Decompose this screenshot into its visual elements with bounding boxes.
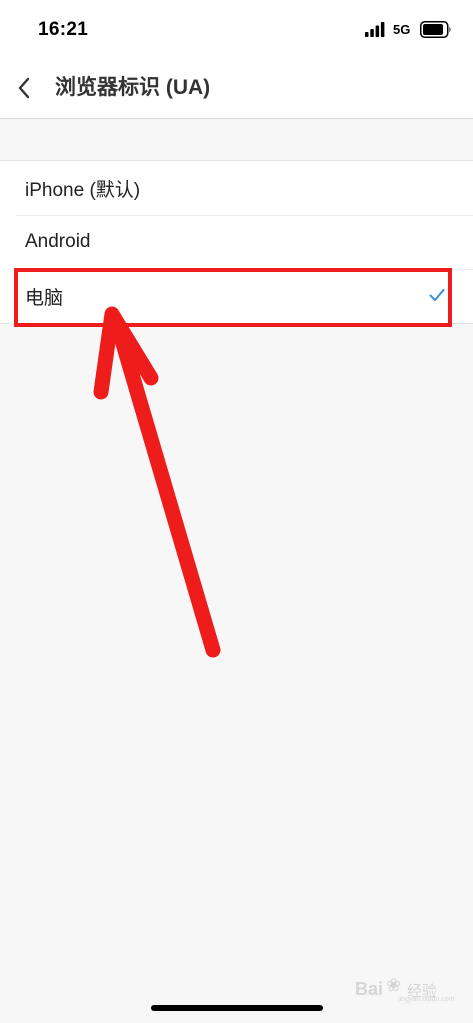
option-label: iPhone (默认) [25,179,141,201]
status-bar: 16:21 5G [0,0,473,58]
chevron-left-icon [18,77,30,99]
option-desktop[interactable]: 电脑 [0,269,473,323]
annotation-arrow [93,306,221,658]
watermark: Bai ❀ 经验 jingyan.baidu.com [340,972,454,1006]
cellular-signal-icon [365,22,385,37]
battery-icon [420,21,451,38]
network-label: 5G [393,22,411,37]
option-label: 电脑 [25,287,64,309]
back-button[interactable] [8,66,40,110]
home-indicator[interactable] [151,1005,323,1011]
checkmark-icon [429,289,445,301]
paw-icon: ❀ [386,975,402,995]
option-iphone[interactable]: iPhone (默认) [0,161,473,215]
watermark-brand: Bai [355,979,384,999]
page-title: 浏览器标识 (UA) [55,76,211,99]
screen: 16:21 5G 浏览器标识 (UA) iPhone (默认) Android [0,0,473,1023]
status-time: 16:21 [38,19,89,40]
option-label: Android [25,231,91,252]
navigation-bar: 浏览器标识 (UA) [0,58,473,119]
option-android[interactable]: Android [0,215,473,269]
watermark-url: jingyan.baidu.com [398,996,455,1003]
ua-options-list: iPhone (默认) Android 电脑 [0,160,473,324]
